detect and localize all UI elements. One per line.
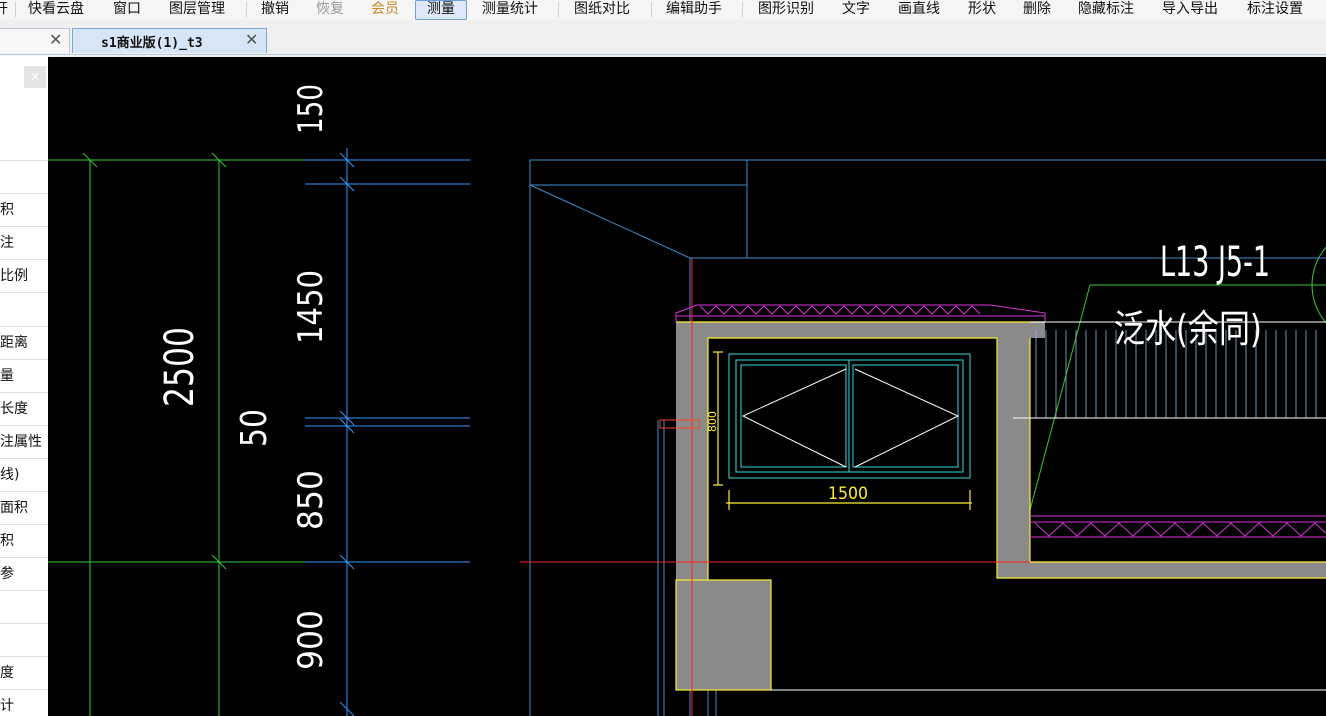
menu-cloud-drive[interactable]: 快看云盘 (28, 0, 84, 20)
menu-import-export[interactable]: 导入导出 (1162, 0, 1218, 20)
close-icon[interactable]: ✕ (49, 30, 62, 49)
panel-row-measure[interactable]: 量 (0, 360, 48, 393)
panel-row-annotation-attributes[interactable]: 注属性 (0, 426, 48, 459)
menu-separator (651, 2, 652, 17)
drawing-canvas[interactable]: 150 1450 2500 50 850 900 800 1500 L13 J5… (48, 57, 1326, 716)
menu-drawing-compare[interactable]: 图纸对比 (574, 0, 630, 20)
menu-separator (15, 2, 16, 17)
menu-redo[interactable]: 恢复 (316, 0, 344, 20)
flashing-note-text: 泛水(余同) (1114, 307, 1262, 351)
panel-row-blank[interactable] (0, 161, 48, 194)
tab-active-drawing[interactable]: s1商业版(1)_t3 ✕ (72, 28, 267, 53)
panel-row-surface-area[interactable]: 面积 (0, 492, 48, 525)
close-icon[interactable]: ✕ (24, 66, 46, 88)
menu-window[interactable]: 窗口 (113, 0, 141, 20)
panel-row-count[interactable]: 计 (0, 690, 48, 716)
side-panel: ✕ 积 注 比例 距离 量 长度 注属性 线) 面积 积 参 度 计 (0, 56, 49, 716)
menu-layer-manager[interactable]: 图层管理 (169, 0, 225, 20)
menu-separator (558, 2, 559, 17)
panel-row-volume[interactable]: 积 (0, 525, 48, 558)
dimension-text: 1500 (828, 484, 868, 504)
dimension-text: 50 (234, 409, 275, 447)
menu-hide-dimensions[interactable]: 隐藏标注 (1078, 0, 1134, 20)
menu-draw-line[interactable]: 画直线 (898, 0, 940, 20)
menu-bar: 开 快看云盘 窗口 图层管理 撤销 恢复 会员 测量 测量统计 图纸对比 编辑助… (0, 0, 1326, 20)
menu-delete[interactable]: 删除 (1023, 0, 1051, 20)
panel-row-blank[interactable] (0, 294, 48, 327)
panel-row-blank[interactable] (0, 624, 48, 657)
tab-bar: ✕ s1商业版(1)_t3 ✕ (0, 28, 1326, 55)
menu-separator (742, 2, 743, 17)
menu-shape-recognition[interactable]: 图形识别 (758, 0, 814, 20)
dimension-text: 850 (291, 470, 331, 530)
menu-measure[interactable]: 测量 (415, 0, 467, 20)
dimension-text: 2500 (157, 327, 203, 407)
menu-open[interactable]: 开 (0, 0, 8, 20)
panel-row-scale[interactable]: 比例 (0, 260, 48, 293)
panel-row-blank[interactable] (0, 128, 48, 161)
panel-row-area[interactable]: 积 (0, 194, 48, 227)
panel-row-line[interactable]: 线) (0, 459, 48, 492)
menu-undo[interactable]: 撤销 (261, 0, 289, 20)
dimension-text: 900 (291, 610, 331, 670)
menu-text[interactable]: 文字 (842, 0, 870, 20)
panel-row-blank[interactable] (0, 591, 48, 624)
menu-member[interactable]: 会员 (371, 0, 399, 20)
panel-row-distance[interactable]: 距离 (0, 327, 48, 360)
panel-row-length[interactable]: 长度 (0, 393, 48, 426)
close-icon[interactable]: ✕ (245, 30, 258, 49)
dimension-text: 1450 (291, 270, 331, 344)
menu-measure-stats[interactable]: 测量统计 (482, 0, 538, 20)
dimension-text: 800 (706, 411, 719, 432)
tab-previous[interactable]: ✕ (0, 28, 70, 53)
menu-edit-assistant[interactable]: 编辑助手 (666, 0, 722, 20)
dimension-text: 150 (291, 84, 331, 134)
panel-row-degree[interactable]: 度 (0, 657, 48, 690)
tab-label: s1商业版(1)_t3 (101, 36, 203, 51)
panel-row-modify[interactable]: 参 (0, 558, 48, 591)
detail-reference-text: L13 J5-1 (1160, 237, 1270, 286)
menu-dimension-settings[interactable]: 标注设置 (1247, 0, 1303, 20)
menu-separator (246, 2, 247, 17)
menu-shape[interactable]: 形状 (968, 0, 996, 20)
cad-drawing: 150 1450 2500 50 850 900 800 1500 L13 J5… (48, 84, 1326, 716)
panel-row-annotate[interactable]: 注 (0, 227, 48, 260)
